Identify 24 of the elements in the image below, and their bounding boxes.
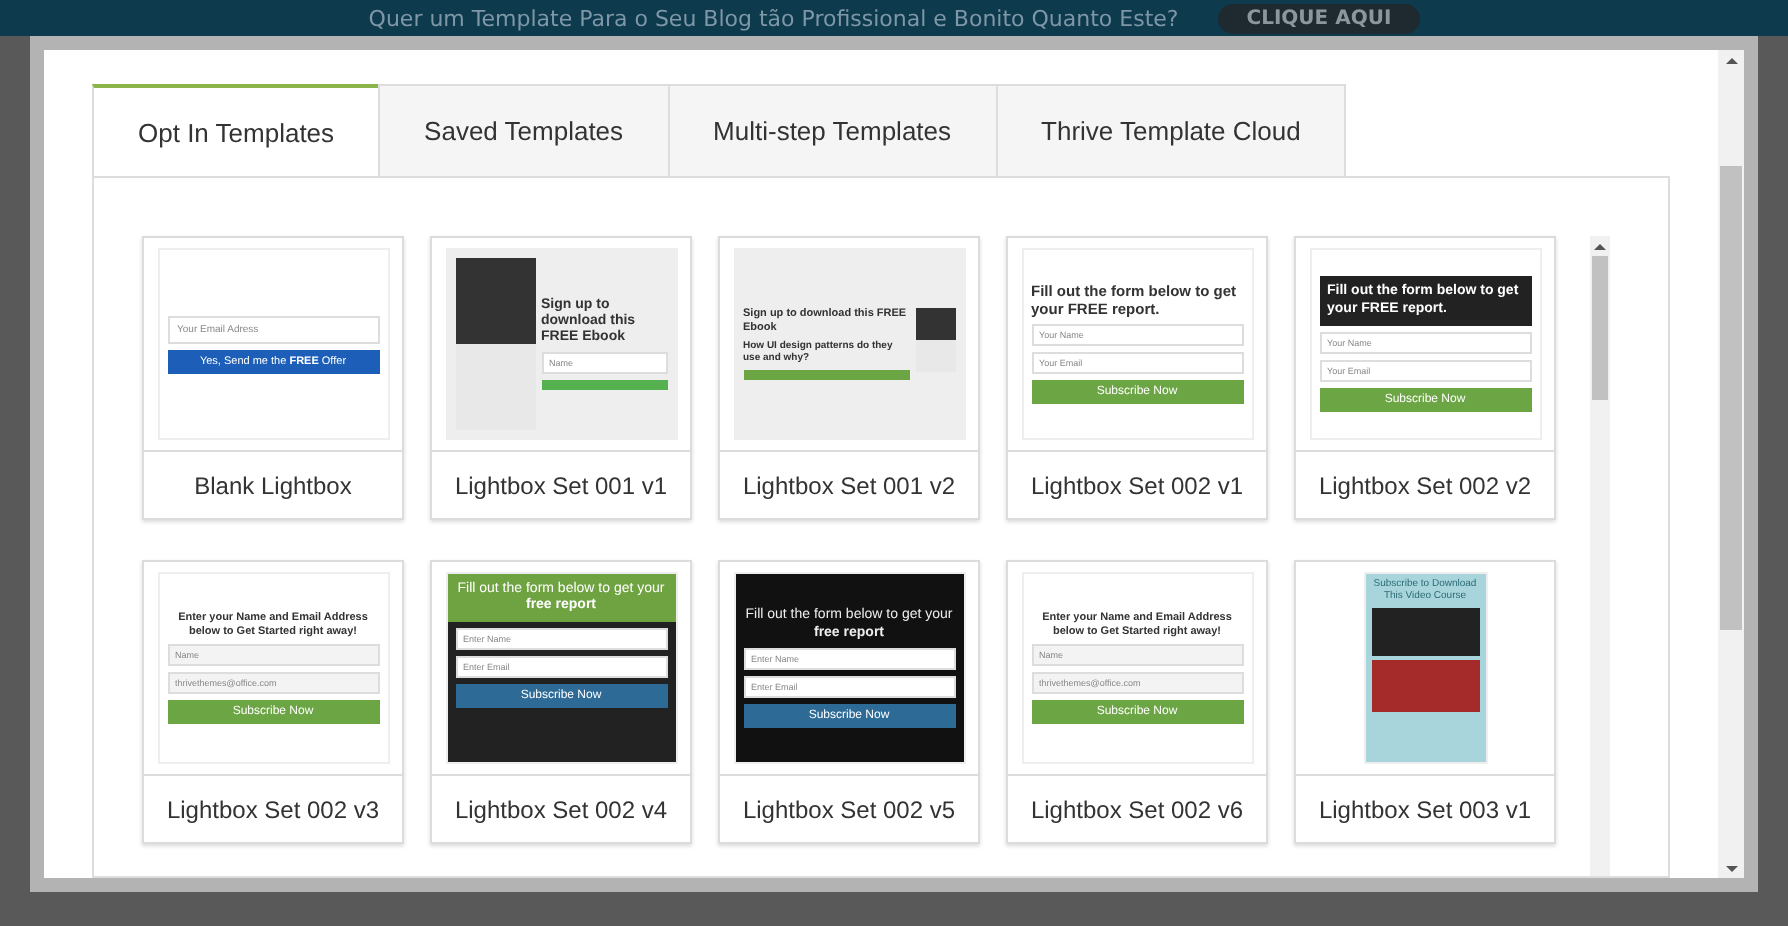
ebook-cover-drawing	[915, 308, 955, 373]
template-name: Lightbox Set 002 v2	[1316, 469, 1534, 503]
banner-text: Quer um Template Para o Seu Blog tão Profissional e Bonito Quanto Este?	[368, 5, 1179, 31]
video-player-drawing	[1371, 607, 1479, 655]
template-name: Lightbox Set 002 v3	[164, 793, 382, 827]
tab[interactable]: Thrive Template Cloud	[995, 84, 1347, 176]
template-name: Lightbox Set 003 v1	[1316, 793, 1534, 827]
scrollbar-thumb[interactable]	[1592, 256, 1608, 400]
scrollbar-thumb[interactable]	[1720, 166, 1742, 630]
template-name: Lightbox Set 001 v1	[452, 469, 670, 503]
preview-button	[1371, 659, 1479, 711]
preview-button	[541, 380, 667, 391]
template-name: Lightbox Set 002 v5	[740, 793, 958, 827]
click-here-button[interactable]: CLIQUE AQUI	[1218, 3, 1420, 33]
template-name: Lightbox Set 002 v6	[1028, 793, 1246, 827]
tab[interactable]: Multi-step Templates	[667, 84, 998, 176]
tab[interactable]: Opt In Templates	[92, 84, 381, 176]
template-name: Lightbox Set 002 v4	[452, 793, 670, 827]
scrollbar[interactable]	[1718, 50, 1744, 878]
template-name: Blank Lightbox	[192, 469, 354, 503]
scrollbar[interactable]	[1590, 236, 1610, 876]
template-name: Lightbox Set 001 v2	[740, 469, 958, 503]
template-name: Lightbox Set 002 v1	[1028, 469, 1246, 503]
tab[interactable]: Saved Templates	[378, 84, 670, 176]
